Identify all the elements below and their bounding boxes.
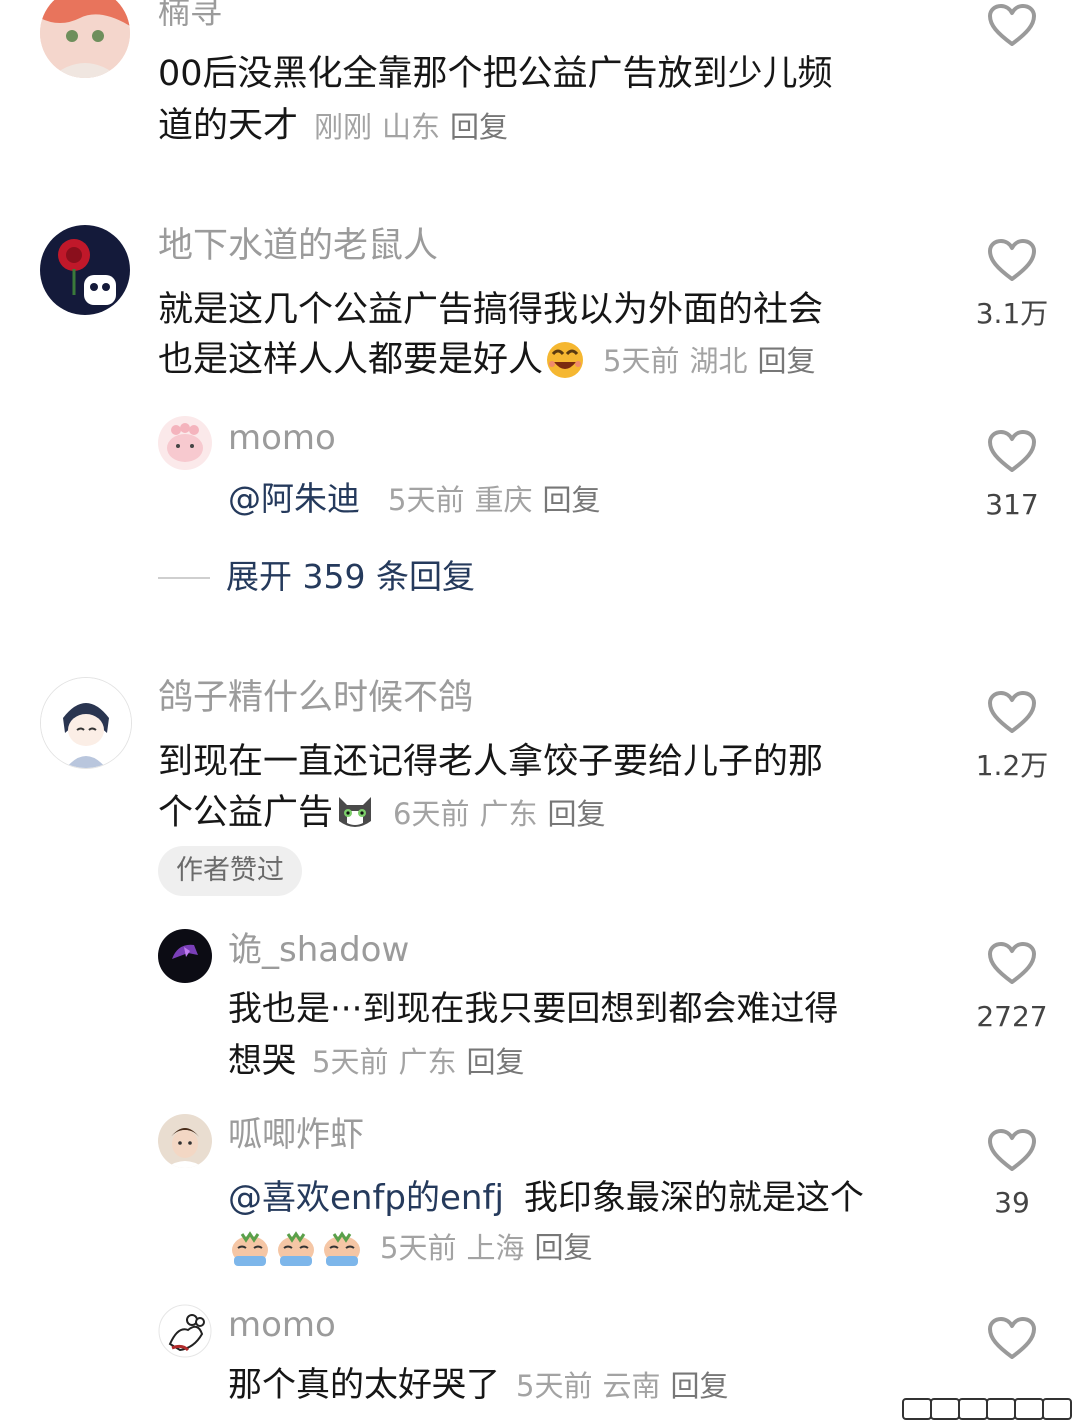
reply-button[interactable]: 回复	[450, 110, 508, 144]
like-count: 3.1万	[975, 297, 1049, 330]
comment-location: 广东	[398, 1045, 457, 1079]
comment-time: 5天前	[312, 1045, 389, 1079]
mention-link[interactable]: @阿朱迪	[228, 479, 360, 518]
reply-button[interactable]: 回复	[670, 1369, 728, 1403]
comment-text-line2: 个公益广告 6天前 广东 回复	[158, 795, 606, 833]
crying-emoji	[320, 1224, 364, 1268]
avatar[interactable]	[158, 416, 212, 470]
comment-meta: 5天前 湖北	[603, 344, 757, 378]
mark-square	[1042, 1398, 1072, 1420]
heart-outline-icon[interactable]	[987, 1128, 1037, 1172]
comment-meta: 刚刚 山东	[314, 110, 450, 144]
avatar[interactable]	[40, 677, 132, 769]
comment-meta: 5天前 重庆	[388, 483, 542, 517]
comment-location: 山东	[382, 110, 441, 144]
avatar[interactable]	[40, 0, 130, 78]
comment-time: 刚刚	[314, 110, 373, 144]
corner-mark	[902, 1398, 1072, 1420]
mark-square	[930, 1398, 960, 1420]
comment-text-line2: 道的天才 刚刚 山东 回复	[158, 109, 508, 144]
reply-button[interactable]: 回复	[542, 483, 600, 517]
comment-text-continued: 个公益广告	[158, 793, 334, 833]
heart-outline-icon[interactable]	[987, 429, 1037, 473]
comment-meta: 5天前 云南	[516, 1369, 670, 1403]
comment-text: 00后没黑化全靠那个把公益广告放到少儿频	[158, 54, 833, 94]
heart-outline-icon[interactable]	[987, 238, 1037, 282]
comment-meta: 6天前 广东	[393, 797, 547, 831]
comment-text: 到现在一直还记得老人拿饺子要给儿子的那	[158, 742, 824, 782]
mention-link[interactable]: @喜欢enfp的enfj	[228, 1178, 504, 1218]
mark-square	[986, 1398, 1016, 1420]
avatar[interactable]	[158, 1304, 212, 1358]
crying-emoji	[228, 1224, 272, 1268]
reply-text-line2: 想哭 5天前 广东 回复	[228, 1044, 524, 1078]
comment-location: 云南	[602, 1369, 661, 1403]
like-count: 317	[985, 488, 1039, 521]
like-count: 1.2万	[975, 749, 1049, 782]
heart-outline-icon[interactable]	[987, 3, 1037, 47]
username[interactable]: momo	[228, 421, 336, 455]
like-count: 2727	[976, 1000, 1048, 1033]
avatar[interactable]	[158, 929, 212, 983]
reply-text-content: 我印象最深的就是这个	[523, 1178, 864, 1218]
reply-text: 我也是···到现在我只要回想到都会难过得	[228, 989, 839, 1029]
crying-emoji	[274, 1224, 318, 1268]
mark-square	[1014, 1398, 1044, 1420]
username[interactable]: 楠寻	[158, 0, 222, 28]
username[interactable]: 呱唧炸虾	[228, 1118, 364, 1152]
comment-meta: 5天前 上海	[380, 1231, 534, 1265]
username[interactable]: 地下水道的老鼠人	[158, 229, 438, 264]
username[interactable]: 诡_shadow	[228, 933, 409, 967]
like-count: 39	[994, 1186, 1030, 1219]
comment-location: 湖北	[689, 344, 748, 378]
avatar[interactable]	[40, 225, 130, 315]
comment-time: 5天前	[380, 1230, 457, 1265]
expand-replies-button[interactable]: 展开 359 条回复	[226, 560, 475, 593]
reply-text-continued: 想哭	[228, 1041, 296, 1081]
avatar[interactable]	[158, 1114, 212, 1168]
comment-time: 5天前	[603, 344, 680, 378]
comment-time: 5天前	[388, 483, 465, 517]
cat-emoji	[333, 789, 377, 833]
reply-text: @阿朱迪 5天前 重庆 回复	[228, 482, 600, 515]
comment-location: 广东	[479, 797, 538, 831]
comment-time: 5天前	[516, 1369, 593, 1403]
reply-button[interactable]: 回复	[757, 344, 815, 378]
laughing-emoji	[543, 336, 587, 380]
heart-outline-icon[interactable]	[987, 1316, 1037, 1360]
mark-square	[902, 1398, 932, 1420]
username[interactable]: 鸽子精什么时候不鸽	[158, 681, 473, 716]
comment-location: 重庆	[474, 483, 533, 517]
expand-divider	[158, 577, 210, 579]
reply-text-line2: 5天前 上海 回复	[228, 1228, 592, 1268]
heart-outline-icon[interactable]	[987, 690, 1037, 734]
reply-text-content: 那个真的太好哭了	[228, 1365, 500, 1405]
username[interactable]: momo	[228, 1308, 336, 1342]
reply-button[interactable]: 回复	[466, 1045, 524, 1079]
comment-text-continued: 也是这样人人都要是好人	[158, 340, 544, 380]
comment-time: 6天前	[393, 797, 470, 831]
comment-meta: 5天前 广东	[312, 1045, 466, 1079]
comment-text-line2: 也是这样人人都要是好人 5天前 湖北 回复	[158, 342, 816, 380]
reply-text: @喜欢enfp的enfj 我印象最深的就是这个	[228, 1181, 864, 1215]
comment-location: 上海	[466, 1230, 525, 1265]
reply-button[interactable]: 回复	[534, 1231, 592, 1265]
reply-button[interactable]: 回复	[547, 797, 605, 831]
comment-text: 就是这几个公益广告搞得我以为外面的社会	[158, 290, 824, 330]
reply-text: 那个真的太好哭了 5天前 云南 回复	[228, 1368, 728, 1402]
author-liked-badge: 作者赞过	[158, 846, 302, 896]
mark-square	[958, 1398, 988, 1420]
heart-outline-icon[interactable]	[987, 941, 1037, 985]
comment-text-continued: 道的天才	[158, 106, 299, 146]
